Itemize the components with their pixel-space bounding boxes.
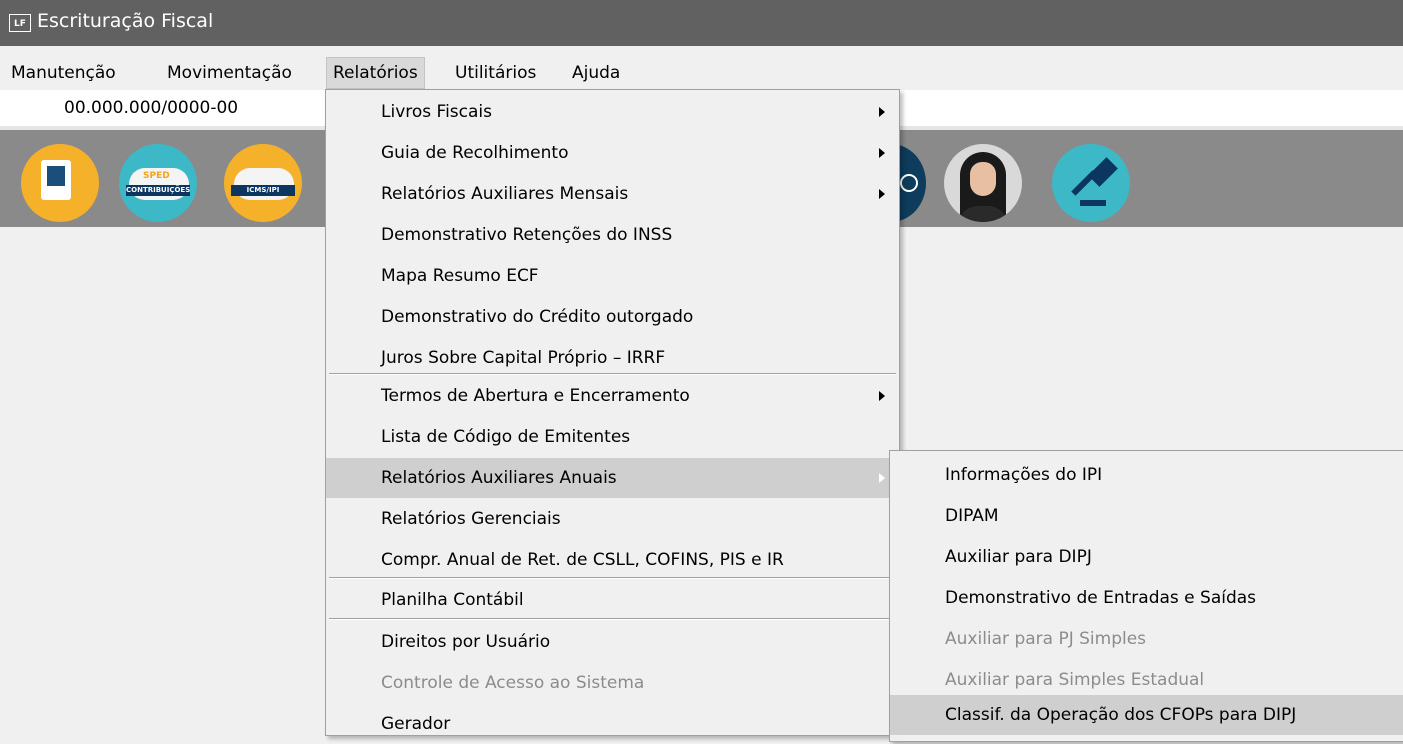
sped-contribuicoes-icon[interactable]: SPED CONTRIBUIÇÕES	[119, 144, 197, 222]
menu-item-juros-capital-proprio[interactable]: Juros Sobre Capital Próprio – IRRF	[326, 338, 899, 378]
menu-separator	[329, 618, 896, 620]
menu-item-livros-fiscais[interactable]: Livros Fiscais	[326, 92, 899, 132]
title-bar: LF Escrituração Fiscal	[0, 0, 1403, 46]
menu-item-gerador[interactable]: Gerador	[326, 704, 899, 744]
assistant-avatar-icon[interactable]	[944, 144, 1022, 222]
menu-item-relatorios-auxiliares-mensais[interactable]: Relatórios Auxiliares Mensais	[326, 174, 899, 214]
submenu-arrow-icon	[879, 391, 885, 401]
submenu-item-dipam[interactable]: DIPAM	[890, 496, 1403, 536]
menu-item-compr-anual-retencoes[interactable]: Compr. Anual de Ret. de CSLL, COFINS, PI…	[326, 540, 899, 580]
gavel-icon[interactable]	[1052, 144, 1130, 222]
window-title: Escrituração Fiscal	[37, 10, 214, 32]
menu-item-lista-codigo-emitentes[interactable]: Lista de Código de Emitentes	[326, 417, 899, 457]
menu-separator	[329, 577, 896, 579]
menu-relatorios[interactable]: Relatórios	[326, 57, 425, 89]
menu-movimentacao[interactable]: Movimentação	[161, 58, 298, 88]
menu-bar: Manutenção Movimentação Relatórios Utili…	[0, 52, 1403, 90]
menu-item-mapa-resumo-ecf[interactable]: Mapa Resumo ECF	[326, 256, 899, 296]
menu-item-planilha-contabil[interactable]: Planilha Contábil	[326, 580, 899, 620]
anuais-submenu: Informações do IPI DIPAM Auxiliar para D…	[889, 450, 1403, 742]
menu-item-termos-abertura[interactable]: Termos de Abertura e Encerramento	[326, 376, 899, 416]
app-icon: LF	[9, 14, 31, 32]
menu-item-guia-recolhimento[interactable]: Guia de Recolhimento	[326, 133, 899, 173]
company-building-icon[interactable]	[21, 144, 99, 222]
submenu-arrow-icon	[879, 189, 885, 199]
menu-utilitarios[interactable]: Utilitários	[449, 58, 542, 88]
menu-item-controle-acesso: Controle de Acesso ao Sistema	[381, 673, 645, 693]
menu-item-retencoes-inss[interactable]: Demonstrativo Retenções do INSS	[326, 215, 899, 255]
menu-manutencao[interactable]: Manutenção	[5, 58, 122, 88]
submenu-item-auxiliar-dipj[interactable]: Auxiliar para DIPJ	[890, 537, 1403, 577]
submenu-arrow-icon	[879, 148, 885, 158]
submenu-item-pj-simples: Auxiliar para PJ Simples	[945, 629, 1147, 649]
menu-separator	[329, 373, 896, 375]
menu-item-credito-outorgado[interactable]: Demonstrativo do Crédito outorgado	[326, 297, 899, 337]
submenu-arrow-icon	[879, 473, 885, 483]
submenu-arrow-icon	[879, 107, 885, 117]
sped-icms-ipi-icon[interactable]: ICMS/IPI	[224, 144, 302, 222]
relatorios-dropdown: Livros Fiscais Guia de Recolhimento Rela…	[325, 89, 900, 736]
menu-item-relatorios-auxiliares-anuais[interactable]: Relatórios Auxiliares Anuais	[326, 458, 899, 498]
menu-item-direitos-usuario[interactable]: Direitos por Usuário	[326, 622, 899, 662]
company-cnpj[interactable]: 00.000.000/0000-00	[64, 98, 238, 118]
submenu-item-simples-estadual: Auxiliar para Simples Estadual	[945, 670, 1205, 690]
submenu-item-classif-cfops-dipj[interactable]: Classif. da Operação dos CFOPs para DIPJ	[890, 695, 1403, 735]
menu-ajuda[interactable]: Ajuda	[566, 58, 626, 88]
submenu-item-informacoes-ipi[interactable]: Informações do IPI	[890, 455, 1403, 495]
submenu-item-entradas-saidas[interactable]: Demonstrativo de Entradas e Saídas	[890, 578, 1403, 618]
menu-item-relatorios-gerenciais[interactable]: Relatórios Gerenciais	[326, 499, 899, 539]
